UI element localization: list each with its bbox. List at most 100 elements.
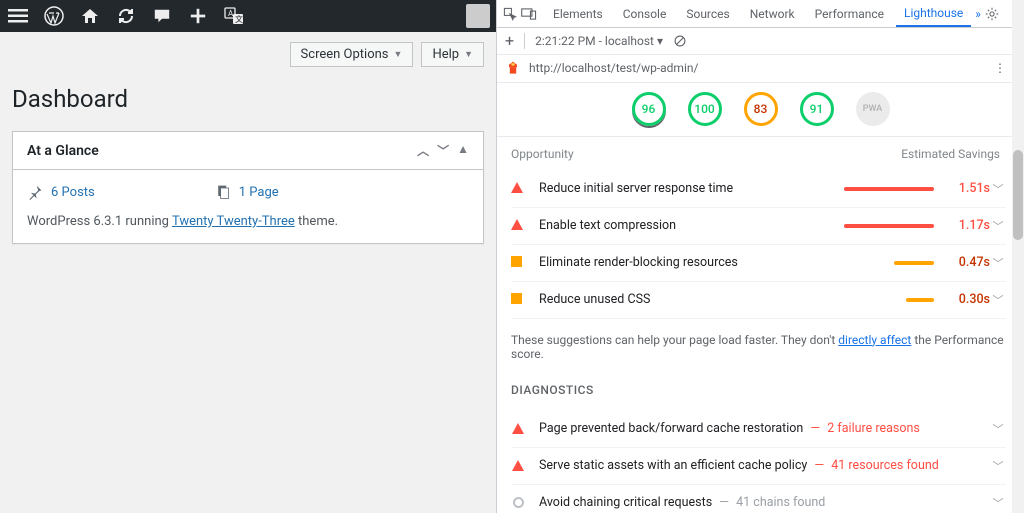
savings-bar [844,224,934,228]
lighthouse-toolbar: + 2:21:22 PM - localhost ▾ [497,28,1024,55]
page-title: Dashboard [12,85,484,113]
settings-gear-icon[interactable] [985,7,999,21]
tri-red-mark-icon [511,182,525,196]
score-performance[interactable]: 96 [632,92,666,126]
col-opportunity: Opportunity [511,147,574,161]
chevron-down-icon[interactable]: ﹀ [990,181,1006,197]
at-a-glance-box: At a Glance ︿ ﹀ ▲ 6 Posts 1 Page [12,131,484,244]
theme-link[interactable]: Twenty Twenty-Three [172,214,295,229]
tab-lighthouse[interactable]: Lighthouse [896,0,971,27]
savings-bar [894,261,934,265]
report-url: http://localhost/test/wp-admin/ [529,61,698,75]
menu-icon[interactable] [6,4,30,28]
savings-time: 0.30s [948,292,990,307]
tab-sources[interactable]: Sources [678,0,737,27]
opportunity-row[interactable]: Eliminate render-blocking resources 0.47s… [511,245,1006,282]
opportunity-footnote: These suggestions can help your page loa… [511,333,1006,361]
lighthouse-report-body: Opportunity Estimated Savings Reduce ini… [497,137,1024,513]
glance-pages[interactable]: 1 Page [215,184,279,200]
diagnostic-extra: 2 failure reasons [827,421,920,436]
wordpress-admin: A文 Screen Options Help Dashboard At a Gl… [0,0,496,513]
savings-time: 1.51s [948,181,990,196]
score-accessibility[interactable]: 100 [688,92,722,126]
diagnostics-heading: DIAGNOSTICS [511,383,1006,397]
comment-icon[interactable] [150,4,174,28]
metabox-header[interactable]: At a Glance ︿ ﹀ ▲ [13,132,483,170]
help-button[interactable]: Help [421,42,484,67]
score-best-practices[interactable]: 83 [744,92,778,126]
tri-red-mark-icon [511,459,525,473]
clear-icon[interactable] [673,34,687,48]
tri-red-mark-icon [511,219,525,233]
score-seo[interactable]: 91 [800,92,834,126]
home-icon[interactable] [78,4,102,28]
pages-link[interactable]: 1 Page [239,185,279,200]
chevron-down-icon[interactable]: ﹀ [990,292,1006,308]
diagnostic-extra: 41 resources found [831,458,939,473]
score-pwa[interactable]: PWA [856,92,890,126]
devtools-panel: Elements Console Sources Network Perform… [496,0,1024,513]
report-menu-icon[interactable]: ⋮ [994,61,1006,75]
chevron-down-icon[interactable]: ﹀ [990,495,1006,511]
diagnostic-row[interactable]: Page prevented back/forward cache restor… [511,411,1006,448]
posts-link[interactable]: 6 Posts [51,185,95,200]
chevron-down-icon[interactable]: ﹀ [990,218,1006,234]
user-avatar[interactable] [466,4,490,28]
scrollbar-thumb[interactable] [1013,150,1023,240]
device-toggle-icon[interactable] [521,7,537,21]
opportunity-label: Enable text compression [539,218,830,233]
chevron-down-icon[interactable]: ﹀ [990,421,1006,437]
diagnostic-row[interactable]: Serve static assets with an efficient ca… [511,448,1006,485]
tabs-overflow-icon[interactable]: » [975,7,981,21]
refresh-icon[interactable] [114,4,138,28]
lighthouse-scores: 96 100 83 91 PWA [497,83,1024,136]
pin-icon [27,184,43,200]
inspect-icon[interactable] [503,7,517,21]
tab-performance[interactable]: Performance [807,0,892,27]
opportunity-label: Eliminate render-blocking resources [539,255,830,270]
tab-elements[interactable]: Elements [545,0,611,27]
translate-icon[interactable]: A文 [222,4,246,28]
wp-screen-tools: Screen Options Help [0,32,496,67]
lighthouse-logo-icon [505,60,521,76]
circle-gray-mark-icon [511,496,525,510]
opportunity-row[interactable]: Reduce initial server response time 1.51s… [511,171,1006,208]
plus-icon[interactable] [186,4,210,28]
glance-posts[interactable]: 6 Posts [27,184,95,200]
opportunity-label: Reduce initial server response time [539,181,830,196]
lighthouse-url-bar: http://localhost/test/wp-admin/ ⋮ [497,55,1024,84]
savings-time: 0.47s [948,255,990,270]
metabox-title: At a Glance [27,143,99,159]
toggle-triangle-icon[interactable]: ▲ [457,142,469,159]
diagnostic-row[interactable]: Avoid chaining critical requests — 41 ch… [511,485,1006,513]
diagnostic-extra: 41 chains found [736,495,825,510]
opportunity-row[interactable]: Enable text compression 1.17s﹀ [511,208,1006,245]
tri-red-mark-icon [511,422,525,436]
savings-bar [844,187,934,191]
savings-time: 1.17s [948,218,990,233]
chevron-down-icon[interactable]: ﹀ [990,255,1006,271]
wordpress-logo-icon[interactable] [42,4,66,28]
diagnostic-label: Avoid chaining critical requests — 41 ch… [539,495,990,510]
sq-orange-mark-icon [511,256,525,270]
report-timestamp[interactable]: 2:21:22 PM - localhost ▾ [535,34,663,48]
screen-options-button[interactable]: Screen Options [290,42,414,67]
svg-text:文: 文 [235,14,243,24]
collapse-up-icon[interactable]: ︿ [417,142,429,159]
opportunity-row[interactable]: Reduce unused CSS 0.30s﹀ [511,282,1006,319]
opportunity-label: Reduce unused CSS [539,292,830,307]
collapse-down-icon[interactable]: ﹀ [437,142,449,159]
wp-admin-bar: A文 [0,0,496,32]
col-savings: Estimated Savings [901,147,1000,161]
tab-network[interactable]: Network [742,0,803,27]
diagnostic-label: Serve static assets with an efficient ca… [539,458,990,473]
new-report-icon[interactable]: + [505,31,514,50]
tab-console[interactable]: Console [615,0,675,27]
savings-bar [906,298,934,302]
directly-affect-link[interactable]: directly affect [838,333,911,347]
chevron-down-icon[interactable]: ﹀ [990,458,1006,474]
wp-version-line: WordPress 6.3.1 running Twenty Twenty-Th… [27,214,469,229]
sq-orange-mark-icon [511,293,525,307]
diagnostic-label: Page prevented back/forward cache restor… [539,421,990,436]
scrollbar-track[interactable] [1012,0,1024,513]
